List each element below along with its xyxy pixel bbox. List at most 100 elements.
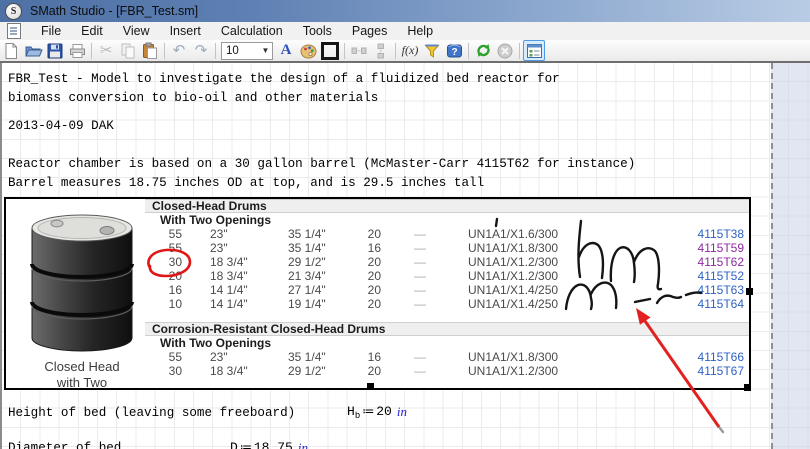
- align-horizontal-icon[interactable]: [348, 41, 370, 61]
- math-region-bed-diameter[interactable]: D≔18.75 in: [230, 440, 308, 449]
- cell-height: 19 1/4": [288, 297, 326, 311]
- math-unit: in: [397, 404, 407, 420]
- cut-icon[interactable]: ✂: [95, 41, 117, 61]
- resize-handle-right[interactable]: [746, 288, 753, 295]
- cell-un-rating: UN1A1/X1.6/300: [468, 227, 558, 241]
- cell-gallons: 30: [122, 255, 182, 269]
- part-number-link[interactable]: 4115T52: [634, 269, 744, 283]
- function-icon[interactable]: f(x): [399, 41, 421, 61]
- cell-un-rating: UN1A1/X1.8/300: [468, 350, 558, 364]
- cell-gauge: 20: [355, 269, 381, 283]
- table-row: 5523"35 1/4"16—UN1A1/X1.8/3004115T66: [6, 350, 749, 364]
- math-unit: in: [298, 440, 308, 449]
- cell-dash: —: [414, 297, 426, 311]
- save-icon[interactable]: [44, 41, 66, 61]
- copy-icon[interactable]: [117, 41, 139, 61]
- cell-od: 18 3/4": [210, 269, 248, 283]
- cell-gallons: 16: [122, 283, 182, 297]
- toolbar: ✂ ↶ ↷ 10 ▼ A f(x) ?: [0, 40, 810, 63]
- cell-dash: —: [414, 227, 426, 241]
- menu-view[interactable]: View: [113, 23, 160, 39]
- open-file-icon[interactable]: [22, 41, 44, 61]
- cell-gallons: 20: [122, 269, 182, 283]
- toolbar-separator: [91, 43, 92, 59]
- part-number-link[interactable]: 4115T63: [634, 283, 744, 297]
- table-row: 1014 1/4"19 1/4"20—UN1A1/X1.4/2504115T64: [6, 297, 749, 311]
- page-boundary: [771, 63, 810, 449]
- font-color-icon[interactable]: A: [275, 41, 297, 61]
- recalculate-icon[interactable]: [472, 41, 494, 61]
- menu-help[interactable]: Help: [397, 23, 443, 39]
- resize-handle-bottom[interactable]: [367, 383, 374, 390]
- app-logo-icon: S: [5, 3, 22, 20]
- palette-icon[interactable]: [297, 41, 319, 61]
- reference-book-icon[interactable]: ?: [443, 41, 465, 61]
- text-region-bed-diameter-label[interactable]: Diameter of bed: [8, 441, 121, 449]
- redo-icon[interactable]: ↷: [190, 41, 212, 61]
- part-number-link[interactable]: 4115T62: [634, 255, 744, 269]
- cell-un-rating: UN1A1/X1.8/300: [468, 241, 558, 255]
- cell-dash: —: [414, 255, 426, 269]
- paste-icon[interactable]: [139, 41, 161, 61]
- menu-calculation[interactable]: Calculation: [211, 23, 293, 39]
- text-region-reactor[interactable]: Reactor chamber is based on a 30 gallon …: [8, 157, 635, 171]
- table-row: 3018 3/4"29 1/2"20—UN1A1/X1.2/3004115T62: [6, 255, 749, 269]
- cell-gauge: 20: [355, 227, 381, 241]
- part-number-link[interactable]: 4115T64: [634, 297, 744, 311]
- table-row: 5523"35 1/4"16—UN1A1/X1.8/3004115T59: [6, 241, 749, 255]
- menu-insert[interactable]: Insert: [160, 23, 211, 39]
- math-value: 18.75: [254, 440, 293, 449]
- stop-icon[interactable]: [494, 41, 516, 61]
- cell-gauge: 20: [355, 255, 381, 269]
- toolbar-separator: [395, 43, 396, 59]
- menu-file[interactable]: File: [31, 23, 71, 39]
- cell-gallons: 55: [122, 227, 182, 241]
- menu-edit[interactable]: Edit: [71, 23, 113, 39]
- cell-gauge: 20: [355, 364, 381, 378]
- definition-operator: ≔: [362, 404, 374, 418]
- text-region-intro-line2[interactable]: biomass conversion to bio-oil and other …: [8, 91, 378, 105]
- undo-icon[interactable]: ↶: [168, 41, 190, 61]
- definition-operator: ≔: [240, 440, 252, 449]
- embedded-catalog-image[interactable]: Closed Head with Two Closed-Head Drums W…: [4, 197, 751, 390]
- menu-pages[interactable]: Pages: [342, 23, 397, 39]
- align-vertical-icon[interactable]: [370, 41, 392, 61]
- new-document-icon[interactable]: [0, 41, 22, 61]
- document-window-icon[interactable]: [7, 23, 21, 39]
- part-number-link[interactable]: 4115T59: [634, 241, 744, 255]
- section-title: Closed-Head Drums: [152, 199, 267, 213]
- combo-dropdown-icon[interactable]: ▼: [259, 43, 272, 59]
- cell-od: 14 1/4": [210, 297, 248, 311]
- title-bar[interactable]: S SMath Studio - [FBR_Test.sm]: [0, 0, 810, 22]
- part-number-link[interactable]: 4115T67: [634, 364, 744, 378]
- toolbar-separator: [468, 43, 469, 59]
- menu-tools[interactable]: Tools: [293, 23, 342, 39]
- toolbar-separator: [215, 43, 216, 59]
- text-region-bed-height-label[interactable]: Height of bed (leaving some freeboard): [8, 406, 295, 420]
- cell-height: 35 1/4": [288, 241, 326, 255]
- table-row: 5523"35 1/4"20—UN1A1/X1.6/3004115T38: [6, 227, 749, 241]
- font-size-value: 10: [226, 45, 239, 57]
- resize-handle-bottom-right[interactable]: [744, 384, 751, 391]
- filter-icon[interactable]: [421, 41, 443, 61]
- part-number-link[interactable]: 4115T66: [634, 350, 744, 364]
- toolbar-separator: [344, 43, 345, 59]
- cell-gauge: 16: [355, 241, 381, 255]
- math-variable: D: [230, 440, 238, 449]
- print-icon[interactable]: [66, 41, 88, 61]
- border-icon[interactable]: [319, 41, 341, 61]
- cell-gauge: 20: [355, 283, 381, 297]
- text-region-barrel-dims[interactable]: Barrel measures 18.75 inches OD at top, …: [8, 176, 484, 190]
- text-region-intro-line1[interactable]: FBR_Test - Model to investigate the desi…: [8, 72, 560, 86]
- cell-height: 29 1/2": [288, 255, 326, 269]
- font-size-combo[interactable]: 10 ▼: [221, 42, 273, 60]
- table-row: 2018 3/4"21 3/4"20—UN1A1/X1.2/3004115T52: [6, 269, 749, 283]
- side-panel-toggle-icon[interactable]: [523, 40, 545, 61]
- math-region-bed-height[interactable]: Hb≔20in: [347, 404, 407, 421]
- text-region-date[interactable]: 2013-04-09 DAK: [8, 119, 114, 133]
- table-row: 1614 1/4"27 1/4"20—UN1A1/X1.4/2504115T63: [6, 283, 749, 297]
- part-number-link[interactable]: 4115T38: [634, 227, 744, 241]
- cell-od: 14 1/4": [210, 283, 248, 297]
- section-subtitle: With Two Openings: [160, 213, 271, 227]
- math-value: 20: [376, 404, 392, 419]
